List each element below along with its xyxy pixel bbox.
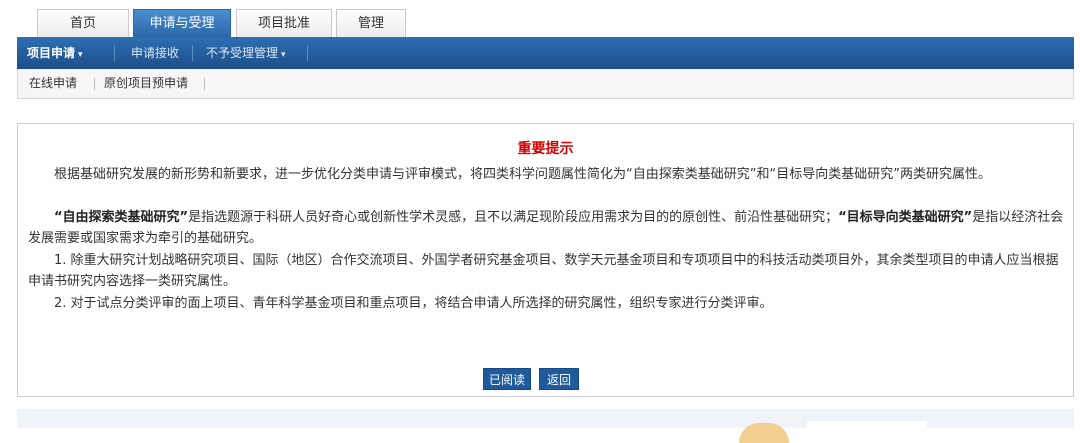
nav-item-rejection-manage[interactable]: 不予受理管理 ▾ [206,37,286,69]
notice-title: 重要提示 [517,141,574,157]
nav-item-label: 申请接收 [131,46,180,60]
term-free-exploration: “自由探索类基础研究” [54,210,189,225]
tab-home[interactable]: 首页 [37,9,129,37]
tab-project-approval[interactable]: 项目批准 [236,9,332,37]
back-button[interactable]: 返回 [539,368,579,390]
notice-paragraph-4: 2. 对于试点分类评审的面上项目、青年科学基金项目和重点项目，将结合申请人所选择… [54,296,773,311]
read-button[interactable]: 已阅读 [483,368,531,390]
top-tabs: 首页 申请与受理 项目批准 管理 [0,0,1080,37]
subnav-divider [204,78,205,90]
nav-divider [192,45,193,61]
notice-paragraph-1: 根据基础研究发展的新形势和新要求，进一步优化分类申请与评审模式，将四类科学问题属… [54,167,991,182]
subnav-divider [94,78,95,90]
subnav-item-online-apply[interactable]: 在线申请 [29,69,77,98]
footer-panel [807,421,927,431]
nav-item-project-apply[interactable]: 项目申请 ▾ [27,37,83,69]
nav-item-label: 项目申请 [27,46,76,60]
chevron-down-icon: ▾ [78,50,83,60]
chevron-down-icon: ▾ [281,50,286,60]
subnav-item-original-preapply[interactable]: 原创项目预申请 [104,69,188,98]
nav-divider [307,45,308,61]
notice-paragraph-2: “自由探索类基础研究”是指选题源于科研人员好奇心或创新性学术灵感，且不以满足现阶… [28,207,1066,249]
main-nav: 项目申请 ▾ 申请接收 不予受理管理 ▾ [17,37,1074,69]
sub-nav: 在线申请 原创项目预申请 [17,69,1074,99]
nav-item-label: 不予受理管理 [206,46,279,60]
term-free-exploration-definition: 是指选题源于科研人员好奇心或创新性学术灵感，且不以满足现阶段应用需求为目的的原创… [188,210,839,225]
emblem-icon [739,423,789,443]
tab-apply-accept[interactable]: 申请与受理 [133,9,231,37]
footer-strip [17,409,1074,443]
important-notice-panel: 重要提示 根据基础研究发展的新形势和新要求，进一步优化分类申请与评审模式，将四类… [17,123,1074,397]
nav-divider [114,45,115,61]
term-goal-oriented: “目标导向类基础研究” [838,210,973,225]
tab-management[interactable]: 管理 [336,9,406,37]
notice-paragraph-3: 1. 除重大研究计划战略研究项目、国际（地区）合作交流项目、外国学者研究基金项目… [28,253,1059,289]
nav-item-apply-receive[interactable]: 申请接收 [131,37,179,69]
